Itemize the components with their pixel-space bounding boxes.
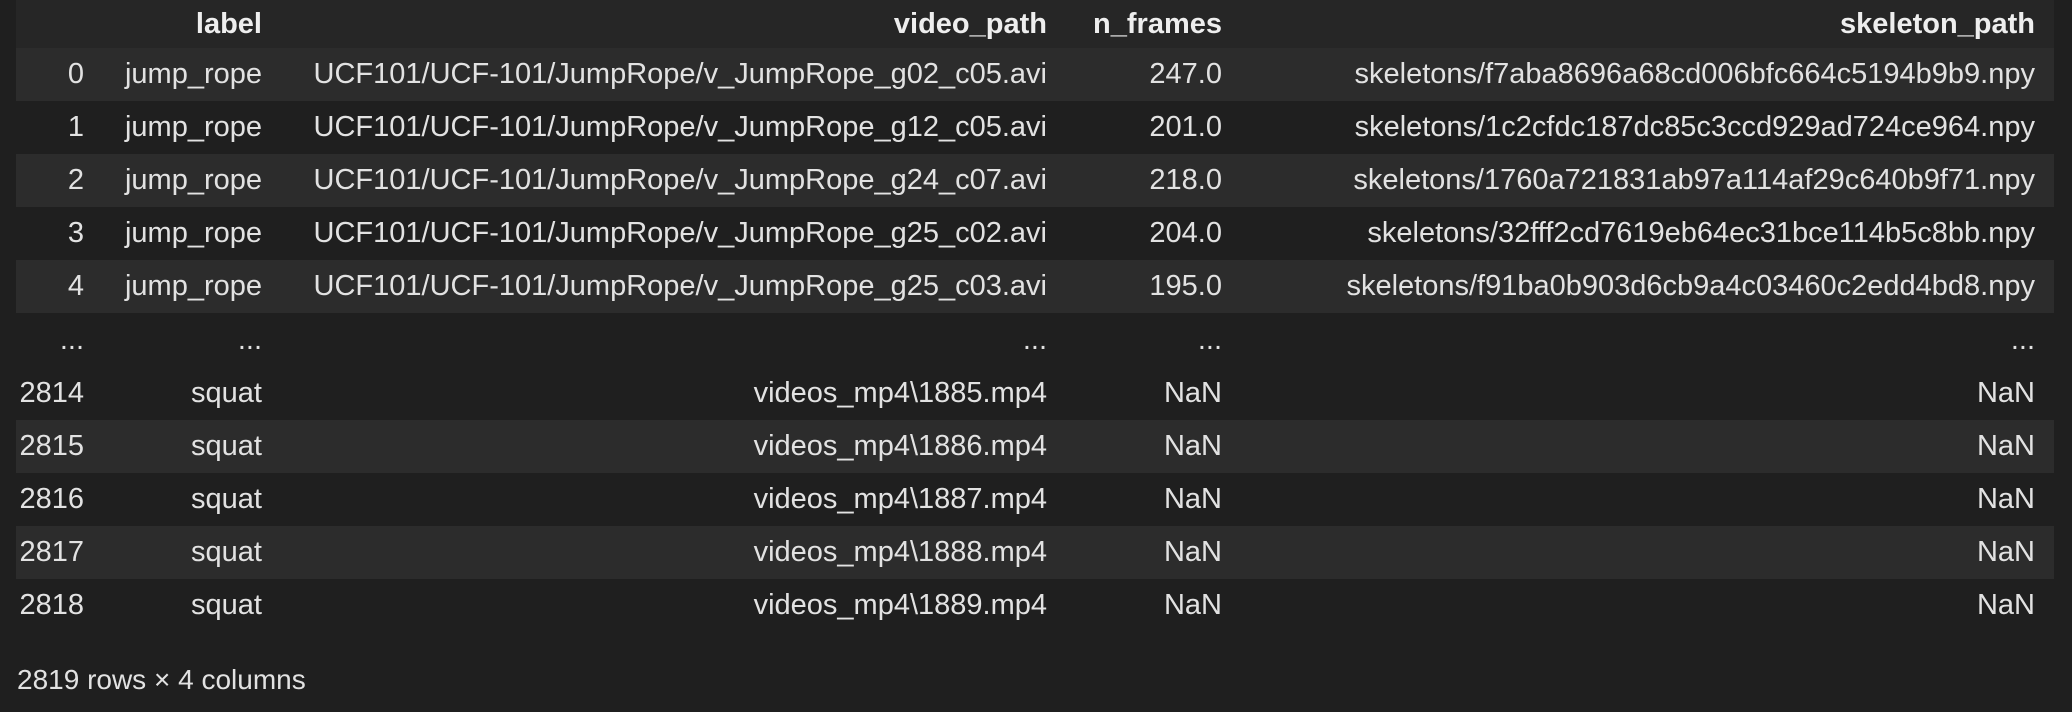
row-index: ... [59,323,84,356]
cell-video-path: UCF101/UCF-101/JumpRope/v_JumpRope_g25_c… [313,270,1047,302]
dataframe-shape-summary: 2819 rows × 4 columns [17,664,306,695]
cell-n-frames: NaN [1163,589,1222,621]
table-row: 2815 squat videos_mp4\1886.mp4 NaN NaN [16,420,2054,473]
cell-skeleton-path: skeletons/f7aba8696a68cd006bfc664c5194b9… [1354,58,2035,90]
cell-video-path: videos_mp4\1888.mp4 [753,536,1047,568]
cell-label: squat [191,483,262,515]
table-row: 2817 squat videos_mp4\1888.mp4 NaN NaN [16,526,2054,579]
row-index: 3 [67,217,84,249]
table-row: 3 jump_rope UCF101/UCF-101/JumpRope/v_Ju… [16,207,2054,260]
cell-label: jump_rope [124,164,262,196]
cell-label: squat [191,536,262,568]
cell-skeleton-path: skeletons/f91ba0b903d6cb9a4c03460c2edd4b… [1346,270,2035,302]
column-header-label: label [195,7,262,40]
cell-label: squat [191,377,262,409]
column-header-video-path: video_path [893,7,1047,40]
column-header-n-frames: n_frames [1093,7,1222,40]
cell-video-path: videos_mp4\1885.mp4 [753,377,1047,409]
cell-video-path: UCF101/UCF-101/JumpRope/v_JumpRope_g12_c… [313,111,1047,143]
cell-n-frames: 204.0 [1149,217,1222,249]
cell-skeleton-path: NaN [1976,377,2035,409]
row-index: 2 [67,164,84,196]
cell-skeleton-path: NaN [1976,483,2035,515]
cell-skeleton-path: NaN [1976,589,2035,621]
row-index: 1 [67,111,84,143]
cell-skeleton-path: NaN [1976,536,2035,568]
cell-n-frames: 247.0 [1149,58,1222,90]
row-index: 4 [67,270,84,302]
cell-skeleton-path: NaN [1976,430,2035,462]
cell-video-path: videos_mp4\1886.mp4 [753,430,1047,462]
cell-n-frames: NaN [1163,536,1222,568]
cell-video-path: UCF101/UCF-101/JumpRope/v_JumpRope_g25_c… [313,217,1047,249]
column-header-index [16,0,103,48]
table-row: 1 jump_rope UCF101/UCF-101/JumpRope/v_Ju… [16,101,2054,154]
cell-n-frames: 195.0 [1149,270,1222,302]
cell-video-path: ... [1022,323,1047,356]
cell-video-path: videos_mp4\1887.mp4 [753,483,1047,515]
table-header-row: label video_path n_frames skeleton_path [16,0,2054,48]
cell-video-path: UCF101/UCF-101/JumpRope/v_JumpRope_g24_c… [313,164,1047,196]
table-row: 0 jump_rope UCF101/UCF-101/JumpRope/v_Ju… [16,48,2054,101]
cell-label: ... [237,323,262,356]
row-index: 2814 [19,377,84,409]
dataframe-table: label video_path n_frames skeleton_path … [16,0,2054,632]
table-row: 2 jump_rope UCF101/UCF-101/JumpRope/v_Ju… [16,154,2054,207]
cell-label: jump_rope [124,58,262,90]
table-row-ellipsis: ... ... ... ... ... [16,313,2054,367]
row-index: 0 [67,58,84,90]
row-index: 2817 [19,536,84,568]
cell-video-path: UCF101/UCF-101/JumpRope/v_JumpRope_g02_c… [313,58,1047,90]
dataframe-output: label video_path n_frames skeleton_path … [16,0,2054,632]
cell-n-frames: 218.0 [1149,164,1222,196]
cell-label: jump_rope [124,217,262,249]
cell-label: jump_rope [124,270,262,302]
cell-n-frames: NaN [1163,483,1222,515]
table-row: 4 jump_rope UCF101/UCF-101/JumpRope/v_Ju… [16,260,2054,313]
cell-n-frames: NaN [1163,377,1222,409]
cell-skeleton-path: skeletons/1760a721831ab97a114af29c640b9f… [1353,164,2035,196]
cell-n-frames: ... [1197,323,1222,356]
row-index: 2818 [19,589,84,621]
cell-video-path: videos_mp4\1889.mp4 [753,589,1047,621]
table-row: 2814 squat videos_mp4\1885.mp4 NaN NaN [16,367,2054,420]
column-header-skeleton-path: skeleton_path [1840,7,2035,40]
cell-skeleton-path: ... [2010,323,2035,356]
row-index: 2815 [19,430,84,462]
cell-n-frames: 201.0 [1149,111,1222,143]
table-row: 2818 squat videos_mp4\1889.mp4 NaN NaN [16,579,2054,632]
cell-label: squat [191,589,262,621]
table-row: 2816 squat videos_mp4\1887.mp4 NaN NaN [16,473,2054,526]
cell-skeleton-path: skeletons/32fff2cd7619eb64ec31bce114b5c8… [1367,217,2035,249]
cell-label: squat [191,430,262,462]
cell-n-frames: NaN [1163,430,1222,462]
cell-skeleton-path: skeletons/1c2cfdc187dc85c3ccd929ad724ce9… [1354,111,2035,143]
row-index: 2816 [19,483,84,515]
cell-label: jump_rope [124,111,262,143]
